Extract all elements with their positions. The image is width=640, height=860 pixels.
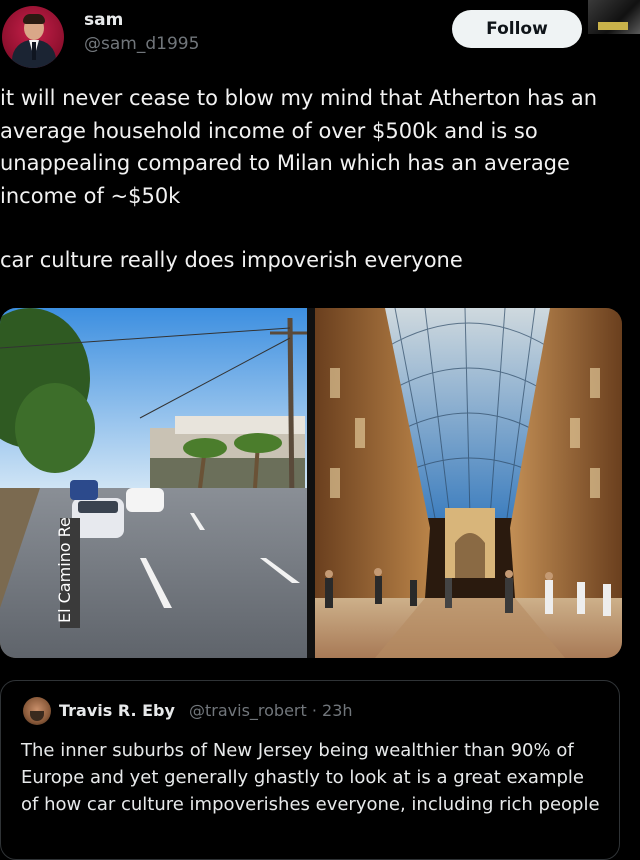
author-handle[interactable]: @sam_d1995 bbox=[84, 34, 199, 54]
quoted-author-name[interactable]: Travis R. Eby bbox=[59, 701, 175, 720]
tweet-media[interactable]: El Camino Re bbox=[0, 308, 622, 658]
tweet-text-line1: it will never cease to blow my mind that… bbox=[0, 86, 598, 208]
quoted-author-meta: @travis_robert · 23h bbox=[189, 701, 353, 720]
follow-button[interactable]: Follow bbox=[452, 10, 582, 48]
street-sign-text: El Camino Re bbox=[55, 517, 74, 623]
quoted-author-avatar[interactable] bbox=[23, 697, 51, 725]
tweet-text-line2: car culture really does impoverish every… bbox=[0, 248, 463, 272]
author-avatar[interactable] bbox=[2, 6, 64, 68]
tweet-header: sam @sam_d1995 Follow bbox=[0, 0, 640, 80]
tweet-body: it will never cease to blow my mind that… bbox=[0, 82, 630, 277]
author-display-name[interactable]: sam bbox=[84, 10, 123, 30]
corner-thumbnail bbox=[588, 0, 640, 34]
atherton-street-photo[interactable]: El Camino Re bbox=[0, 308, 307, 658]
quoted-tweet-text: The inner suburbs of New Jersey being we… bbox=[21, 740, 600, 815]
quoted-tweet[interactable]: Travis R. Eby @travis_robert · 23h The i… bbox=[0, 680, 620, 860]
milan-galleria-photo[interactable] bbox=[315, 308, 622, 658]
